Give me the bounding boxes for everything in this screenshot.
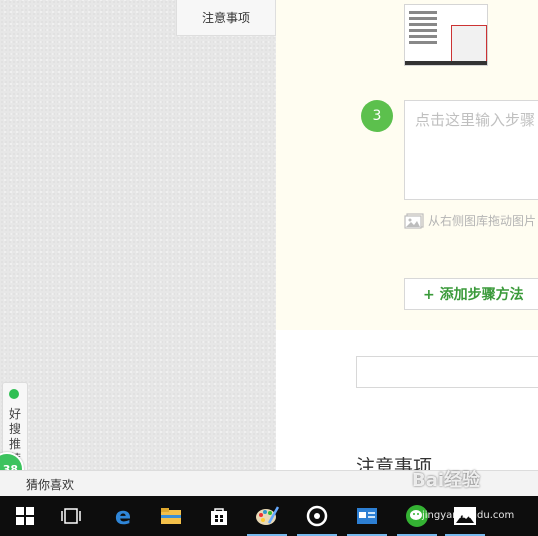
thumbnail-menu [409, 11, 449, 61]
add-step-label: + 添加步骤方法 [423, 287, 524, 303]
step-number-badge: 3 [361, 100, 393, 132]
notes-section: 注意事项 [276, 330, 538, 478]
paint-palette-icon [256, 506, 279, 525]
step-placeholder: 点击这里输入步骤 [415, 111, 536, 129]
file-explorer-button[interactable] [148, 496, 194, 536]
thumbnail-window [451, 25, 487, 65]
baidu-jingyan-watermark: Bai经验 [412, 466, 480, 492]
thumbnail-taskbar [405, 61, 487, 65]
watermark-brand: Bai经验 [412, 470, 481, 491]
image-icon [404, 212, 424, 229]
drag-image-hint: 从右侧图库拖动图片 [404, 212, 536, 229]
left-background-panel [0, 0, 276, 470]
task-view-icon [61, 508, 81, 524]
store-button[interactable] [196, 496, 242, 536]
task-view-button[interactable] [48, 496, 94, 536]
store-icon [211, 508, 227, 525]
app-window-button[interactable] [344, 496, 390, 536]
windows-logo-icon [16, 507, 34, 525]
edge-button[interactable]: e [100, 496, 146, 536]
add-step-button[interactable]: + 添加步骤方法 [404, 278, 538, 310]
app-window-icon [357, 508, 377, 524]
step-number: 3 [372, 108, 382, 124]
status-dot-icon [9, 389, 19, 399]
media-player-button[interactable] [294, 496, 340, 536]
notes-input[interactable] [356, 356, 538, 388]
edge-icon: e [115, 505, 131, 527]
folder-icon [161, 508, 181, 524]
notes-tab-label: 注意事项 [201, 11, 250, 25]
svg-text:e: e [115, 505, 131, 527]
drag-hint-text: 从右侧图库拖动图片 [428, 214, 537, 228]
step-screenshot-thumbnail[interactable] [404, 4, 488, 66]
guess-you-like-label: 猜你喜欢 [26, 478, 75, 492]
step-editor: 3 点击这里输入步骤 从右侧图库拖动图片 + 添加步骤方法 [276, 0, 538, 330]
media-player-icon [306, 505, 328, 527]
start-button[interactable] [2, 496, 48, 536]
paint-button[interactable] [244, 496, 290, 536]
notes-tab[interactable]: 注意事项 [176, 0, 276, 36]
watermark-url: jingyan.baidu.com [422, 510, 515, 521]
step-text-input[interactable]: 点击这里输入步骤 [404, 100, 538, 200]
